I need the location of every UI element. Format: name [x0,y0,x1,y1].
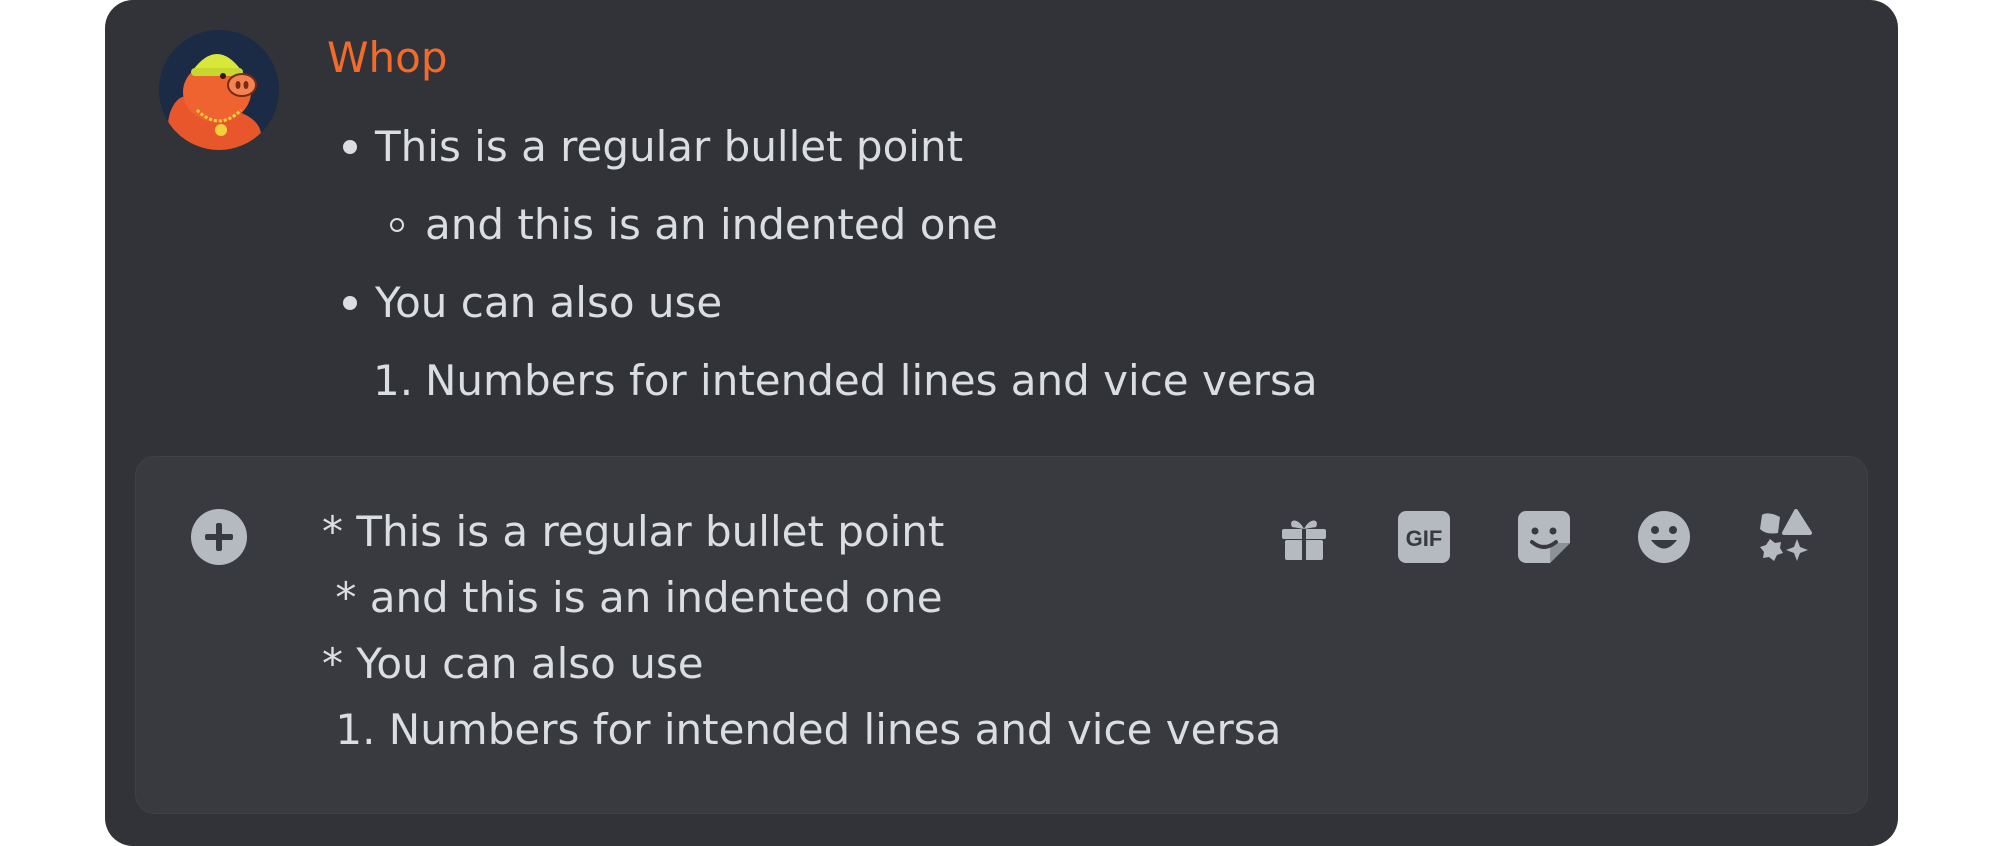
emoji-icon [1638,511,1690,563]
emoji-button[interactable] [1636,509,1692,565]
gif-icon: GIF [1398,511,1450,563]
pig-avatar-icon [159,30,279,150]
list-item-text: and this is an indented one [425,200,998,249]
add-attachment-button[interactable] [191,509,247,565]
sticker-button[interactable] [1516,509,1572,565]
bullet-circle-icon [390,218,404,232]
message-composer: * This is a regular bullet point * and t… [135,456,1868,814]
chat-card: Whop This is a regular bullet point and … [105,0,1898,846]
gift-icon [1282,520,1326,560]
apps-button[interactable] [1756,509,1812,565]
bullet-disc-icon [343,140,357,154]
add-circle-icon [205,523,233,551]
gift-button[interactable] [1276,509,1332,565]
message-author[interactable]: Whop [327,30,448,86]
list-item-text: Numbers for intended lines and vice vers… [425,356,1318,405]
list-item-text: You can also use [375,278,723,327]
message-input[interactable]: * This is a regular bullet point * and t… [322,499,1281,763]
apps-icon [1760,509,1812,561]
list-item-text: This is a regular bullet point [375,122,964,171]
user-avatar[interactable] [159,30,279,150]
list-number: 1. [373,356,414,405]
gif-label: GIF [1406,526,1443,551]
bullet-disc-icon [343,296,357,310]
gif-button[interactable]: GIF [1396,509,1452,565]
sticker-icon [1518,511,1570,563]
